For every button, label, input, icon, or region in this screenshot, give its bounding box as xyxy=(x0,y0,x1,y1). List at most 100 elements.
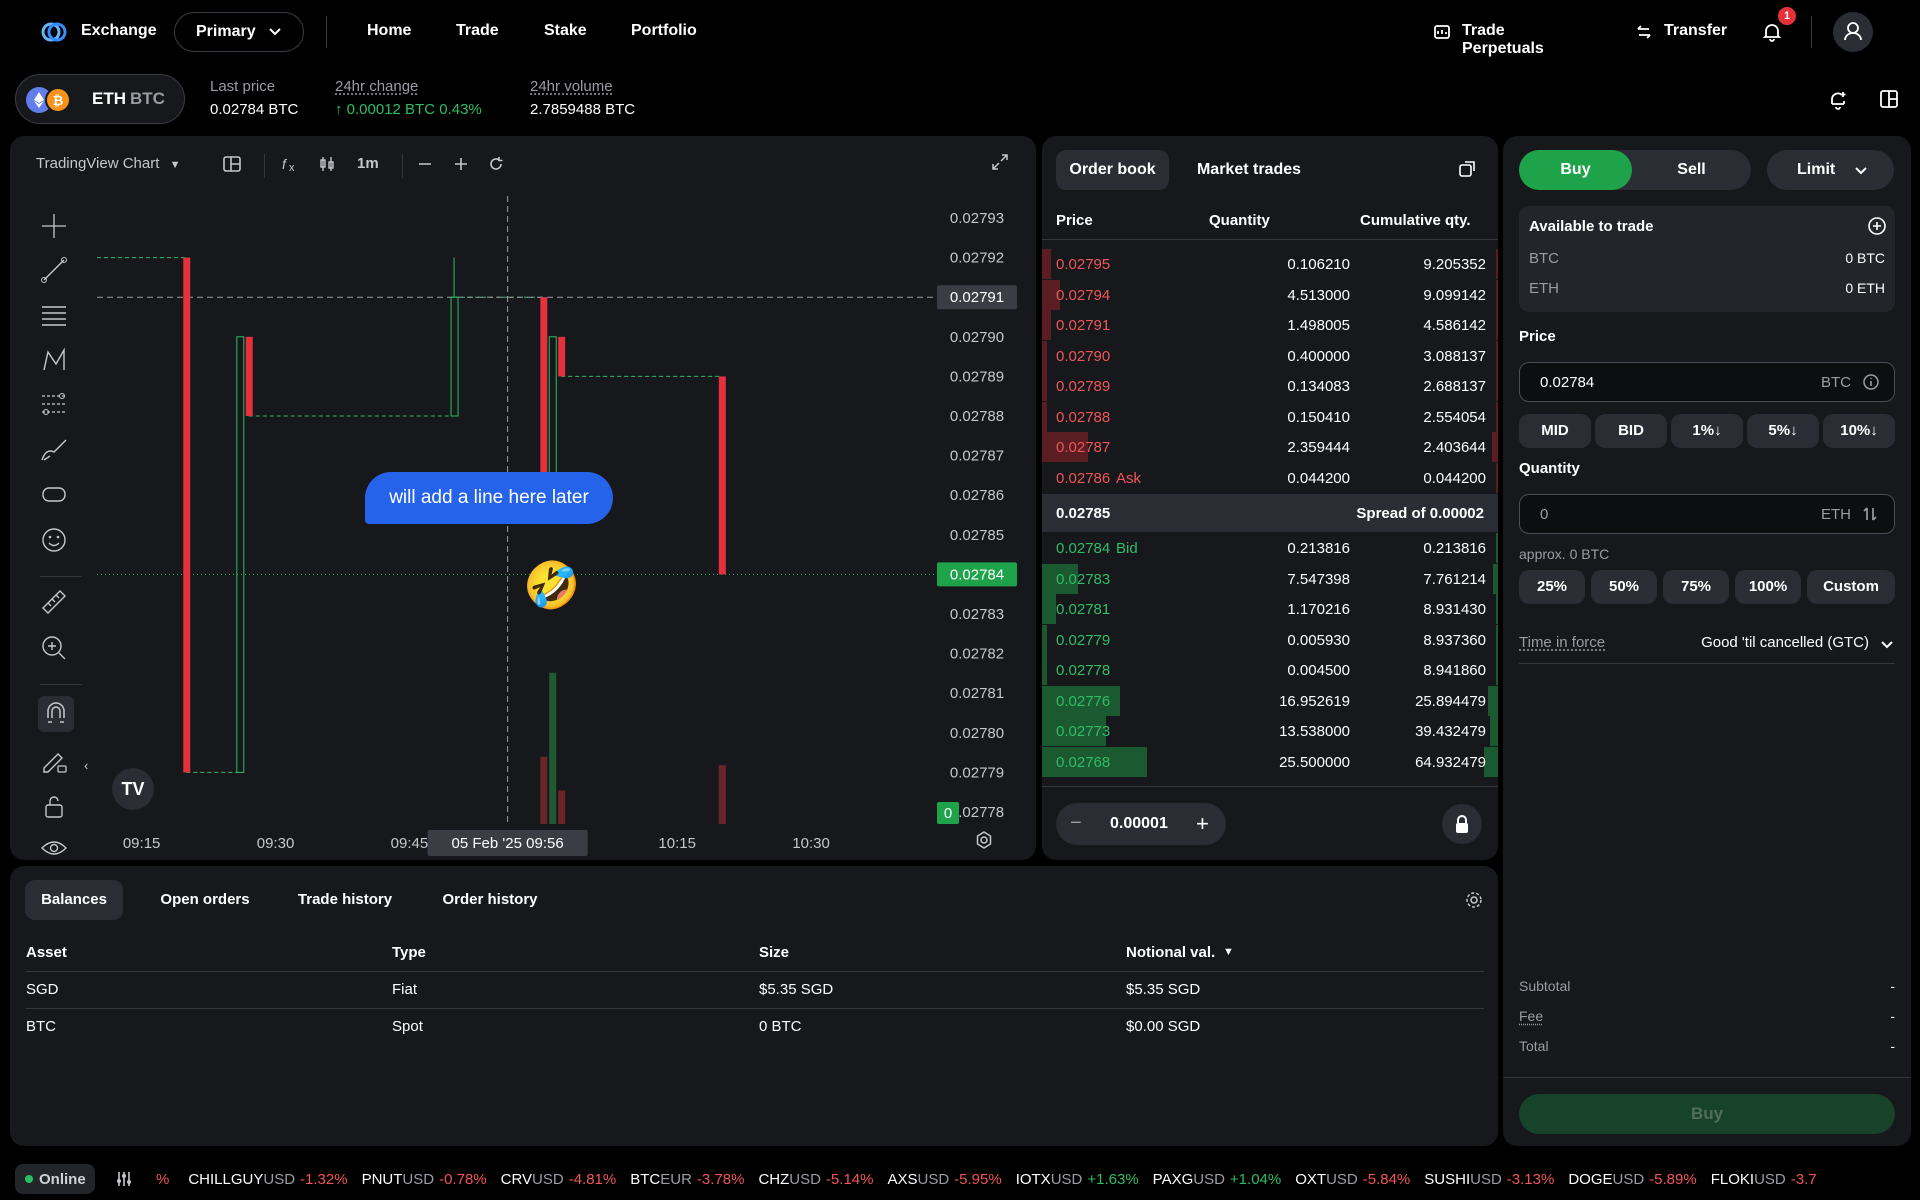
buy-tab[interactable]: Buy xyxy=(1519,150,1632,190)
pair-selector[interactable]: ₿ ETH BTC xyxy=(15,74,185,124)
decrement-minus-icon[interactable]: − xyxy=(1070,812,1082,835)
ask-row[interactable]: 0.02788 0.150410 2.554054 xyxy=(1042,401,1498,432)
tick-size-stepper[interactable]: − 0.00001 + xyxy=(1056,803,1226,845)
ticker-item[interactable]: CRVUSD -4.81% xyxy=(501,1171,617,1188)
settings-gear-icon[interactable] xyxy=(1464,890,1484,914)
ticker-item[interactable]: OXTUSD -5.84% xyxy=(1295,1171,1410,1188)
avail-eth-value: 0 ETH xyxy=(1845,280,1885,296)
volume-label[interactable]: 24hr volume xyxy=(530,78,613,95)
fee-label[interactable]: Fee xyxy=(1519,1008,1543,1024)
add-circle-icon[interactable] xyxy=(1867,216,1887,240)
y-tick-label: 0.02786 xyxy=(950,487,1004,504)
nav-divider xyxy=(1811,16,1812,48)
ticker-base: PNUT xyxy=(361,1171,403,1188)
bid-row[interactable]: 0.02779 0.005930 8.937360 xyxy=(1042,624,1498,655)
swap-units-icon[interactable] xyxy=(1860,504,1880,528)
tradingview-logo-icon[interactable]: TV xyxy=(112,768,154,810)
tab-balances[interactable]: Balances xyxy=(25,880,123,920)
available-title: Available to trade xyxy=(1529,218,1654,235)
price-pill-mid[interactable]: MID xyxy=(1519,414,1591,448)
exchange-logo-icon[interactable] xyxy=(40,18,68,46)
time-in-force-selector[interactable]: Good 'til cancelled (GTC) xyxy=(1683,632,1895,656)
quantity-input[interactable]: 0 ETH xyxy=(1519,494,1895,534)
bid-row[interactable]: 0.02778 0.004500 8.941860 xyxy=(1042,655,1498,685)
popout-window-icon[interactable] xyxy=(1458,160,1476,182)
bid-row[interactable]: 0.02768 25.500000 64.932479 xyxy=(1042,746,1498,777)
transfer-link[interactable]: Transfer xyxy=(1632,20,1732,44)
ticker-item[interactable]: AXSUSD -5.95% xyxy=(887,1171,1001,1188)
col-notional[interactable]: Notional val. xyxy=(1126,944,1215,961)
price-pill-5pct[interactable]: 5%↓ xyxy=(1747,414,1819,448)
ticker-settings-icon[interactable] xyxy=(115,1170,133,1192)
ask-row[interactable]: 0.02789 0.134083 2.688137 xyxy=(1042,371,1498,401)
ask-row[interactable]: 0.02794 4.513000 9.099142 xyxy=(1042,279,1498,310)
time-in-force-label[interactable]: Time in force xyxy=(1519,634,1605,651)
ticker-item[interactable]: SUSHIUSD -3.13% xyxy=(1424,1171,1554,1188)
qty-pill-25[interactable]: 25% xyxy=(1519,570,1585,604)
increment-plus-icon[interactable]: + xyxy=(1196,811,1209,837)
sell-tab[interactable]: Sell xyxy=(1632,150,1751,190)
nav-trade[interactable]: Trade xyxy=(456,22,499,40)
bid-row[interactable]: 0.02781 1.170216 8.931430 xyxy=(1042,594,1498,624)
depth-bar xyxy=(1042,594,1056,624)
ask-row[interactable]: 0.02787 2.359444 2.403644 xyxy=(1042,432,1498,462)
avail-btc-label: BTC xyxy=(1529,250,1559,267)
chart-note-bubble[interactable]: will add a line here later xyxy=(365,472,613,524)
price-alert-bell-icon[interactable] xyxy=(1826,88,1850,112)
laughing-emoji-icon[interactable]: 🤣 xyxy=(523,560,580,610)
price-pill-bid[interactable]: BID xyxy=(1595,414,1667,448)
tab-trade-history[interactable]: Trade history xyxy=(280,880,410,920)
lock-icon[interactable] xyxy=(1442,804,1482,844)
nav-home[interactable]: Home xyxy=(367,22,411,40)
cumulative-depth-bar xyxy=(1496,533,1498,563)
ticker-item[interactable]: PNUTUSD -0.78% xyxy=(362,1171,487,1188)
ask-row[interactable]: 0.02790 0.400000 3.088137 xyxy=(1042,340,1498,371)
chart-settings-icon[interactable] xyxy=(974,830,994,854)
bid-row[interactable]: 0.02776 16.952619 25.894479 xyxy=(1042,685,1498,716)
notifications-bell-icon[interactable]: 1 xyxy=(1760,7,1796,44)
ticker-item[interactable]: BTCEUR -3.78% xyxy=(630,1171,744,1188)
ticker-item[interactable]: CHILLGUYUSD -1.32% xyxy=(188,1171,347,1188)
account-selector[interactable]: Primary xyxy=(174,12,304,52)
svg-text:₿: ₿ xyxy=(53,93,64,108)
ticker-item[interactable]: DOGEUSD -5.89% xyxy=(1568,1171,1696,1188)
bid-row[interactable]: 0.02773 13.538000 39.432479 xyxy=(1042,716,1498,746)
ticker-item[interactable]: % xyxy=(156,1171,174,1188)
sort-desc-icon[interactable]: ▼ xyxy=(1223,946,1234,958)
submit-buy-button[interactable]: Buy xyxy=(1519,1094,1895,1134)
ticker-change: -1.32% xyxy=(300,1171,348,1188)
logo-text[interactable]: Exchange xyxy=(81,22,157,40)
ask-row[interactable]: 0.02791 1.498005 4.586142 xyxy=(1042,310,1498,340)
tab-market-trades[interactable]: Market trades xyxy=(1179,150,1319,190)
ticker-item[interactable]: FLOKIUSD -3.7 xyxy=(1711,1171,1817,1188)
user-avatar-icon[interactable] xyxy=(1833,12,1873,52)
tab-order-history[interactable]: Order history xyxy=(425,880,555,920)
order-type-selector[interactable]: Limit xyxy=(1767,150,1894,190)
qty-pill-custom[interactable]: Custom xyxy=(1807,570,1895,604)
qty-pill-100[interactable]: 100% xyxy=(1735,570,1801,604)
ticker-base: AXS xyxy=(887,1171,918,1188)
crosshair-time-tag: 05 Feb '25 09:56 xyxy=(452,835,564,852)
tab-order-book[interactable]: Order book xyxy=(1056,150,1169,190)
bid-row[interactable]: 0.02784 Bid 0.213816 0.213816 xyxy=(1042,533,1498,563)
ask-row[interactable]: 0.02786 Ask 0.044200 0.044200 xyxy=(1042,462,1498,493)
trade-perpetuals-link[interactable]: Trade Perpetuals xyxy=(1430,20,1590,57)
ask-row[interactable]: 0.02795 0.106210 9.205352 xyxy=(1042,249,1498,279)
qty-pill-50[interactable]: 50% xyxy=(1591,570,1657,604)
ticker-item[interactable]: IOTXUSD +1.63% xyxy=(1016,1171,1139,1188)
layout-toggle-icon[interactable] xyxy=(1878,88,1900,110)
nav-portfolio[interactable]: Portfolio xyxy=(631,22,697,40)
price-pill-10pct[interactable]: 10%↓ xyxy=(1823,414,1895,448)
price-input[interactable]: 0.02784 BTC xyxy=(1519,362,1895,402)
avail-btc-value: 0 BTC xyxy=(1845,250,1885,266)
qty-pill-75[interactable]: 75% xyxy=(1663,570,1729,604)
tab-open-orders[interactable]: Open orders xyxy=(145,880,265,920)
ticker-item[interactable]: CHZUSD -5.14% xyxy=(758,1171,873,1188)
bid-row[interactable]: 0.02783 7.547398 7.761214 xyxy=(1042,563,1498,594)
ticker-item[interactable]: PAXGUSD +1.04% xyxy=(1153,1171,1282,1188)
nav-stake[interactable]: Stake xyxy=(544,22,587,40)
info-icon[interactable] xyxy=(1862,373,1880,395)
y-tick-label: 0.02792 xyxy=(950,250,1004,267)
change-label[interactable]: 24hr change xyxy=(335,78,418,95)
price-pill-1pct[interactable]: 1%↓ xyxy=(1671,414,1743,448)
